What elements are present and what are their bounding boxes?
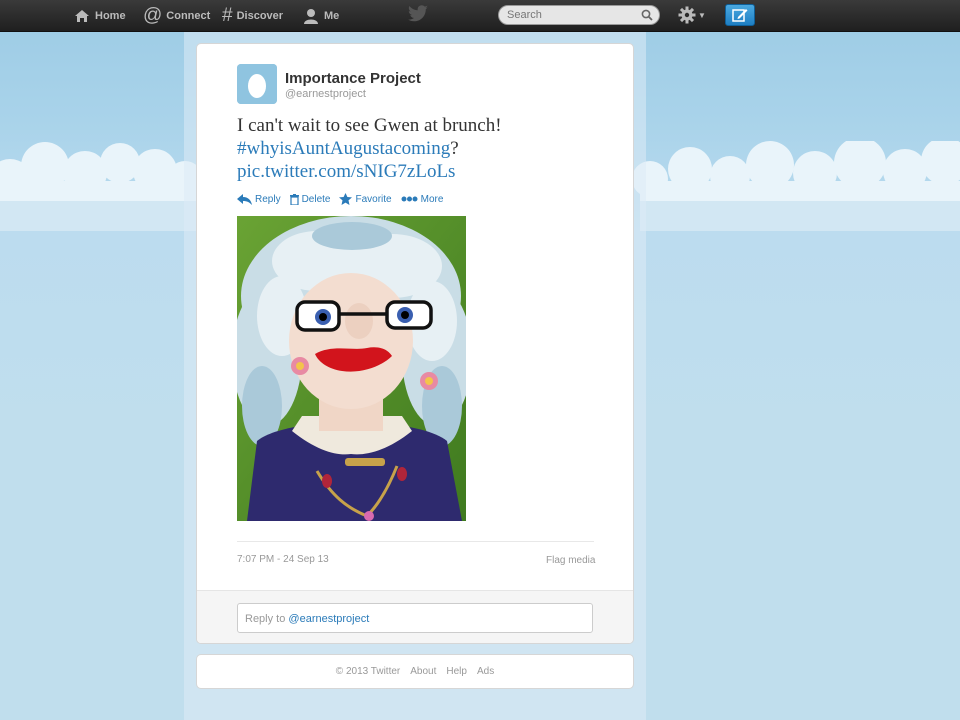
reply-icon	[237, 193, 252, 205]
nav-me[interactable]: Me	[303, 0, 339, 31]
nav-connect[interactable]: @ Connect	[143, 0, 210, 31]
search-icon[interactable]	[641, 9, 653, 21]
home-icon	[75, 9, 89, 22]
more-label: More	[420, 193, 444, 205]
footer-help-link[interactable]: Help	[446, 666, 467, 677]
top-navigation-bar: Home @ Connect # Discover Me Search ▼	[0, 0, 960, 32]
nav-home-label: Home	[95, 9, 126, 22]
nav-home[interactable]: Home	[74, 0, 126, 31]
reply-button[interactable]: Reply	[237, 193, 281, 205]
tweet-text-punctuation: ?	[450, 138, 459, 159]
nav-discover[interactable]: # Discover	[222, 0, 283, 31]
tweet-photo[interactable]	[237, 216, 466, 521]
nav-me-label: Me	[324, 9, 340, 22]
star-icon	[339, 193, 353, 205]
reply-prefix: Reply to	[245, 613, 286, 625]
compose-icon	[732, 9, 748, 22]
at-icon: @	[143, 5, 163, 26]
reply-label: Reply	[255, 193, 281, 205]
favorite-label: Favorite	[355, 193, 392, 205]
search-input[interactable]	[507, 8, 637, 22]
puppet-photo-illustration	[237, 216, 466, 521]
nav-connect-label: Connect	[166, 9, 211, 22]
divider	[237, 541, 594, 542]
chevron-down-icon: ▼	[698, 10, 706, 20]
reply-mention: @earnestproject	[288, 613, 370, 625]
compose-tweet-button[interactable]	[725, 4, 755, 26]
person-icon	[304, 8, 318, 24]
more-button[interactable]: More	[401, 193, 444, 205]
tweet-text-body: I can't wait to see Gwen at brunch!	[237, 115, 502, 136]
reply-input[interactable]: Reply to @earnestproject	[237, 603, 593, 633]
twitter-bird-icon[interactable]	[407, 5, 429, 23]
author-handle[interactable]: @earnestproject	[285, 88, 366, 100]
tweet-timestamp[interactable]: 7:07 PM - 24 Sep 13	[237, 554, 329, 565]
delete-button[interactable]: Delete	[289, 193, 331, 205]
flag-media-link[interactable]: Flag media	[546, 555, 595, 566]
author-name[interactable]: Importance Project	[285, 70, 421, 87]
search-box	[498, 5, 660, 25]
tweet-actions: Reply Delete Favorite More	[237, 193, 452, 205]
footer-ads-link[interactable]: Ads	[477, 666, 494, 677]
reply-area: Reply to @earnestproject	[197, 590, 633, 643]
gear-icon	[678, 6, 696, 24]
delete-label: Delete	[301, 193, 331, 205]
hash-icon: #	[222, 5, 233, 26]
settings-menu[interactable]: ▼	[678, 6, 706, 24]
tweet-text: I can't wait to see Gwen at brunch! #why…	[237, 114, 617, 183]
nav-discover-label: Discover	[236, 9, 284, 22]
hashtag-link[interactable]: #whyisAuntAugustacoming	[237, 138, 450, 159]
egg-avatar-icon	[237, 64, 277, 104]
footer-copyright: © 2013 Twitter	[335, 666, 401, 677]
avatar[interactable]	[237, 64, 277, 104]
tweet-card: Importance Project @earnestproject I can…	[196, 43, 634, 644]
media-link[interactable]: pic.twitter.com/sNIG7zLoLs	[237, 161, 455, 182]
footer: © 2013 Twitter About Help Ads	[196, 654, 634, 689]
favorite-button[interactable]: Favorite	[339, 193, 392, 205]
trash-icon	[289, 193, 299, 205]
more-icon	[401, 196, 418, 202]
footer-about-link[interactable]: About	[410, 666, 436, 677]
